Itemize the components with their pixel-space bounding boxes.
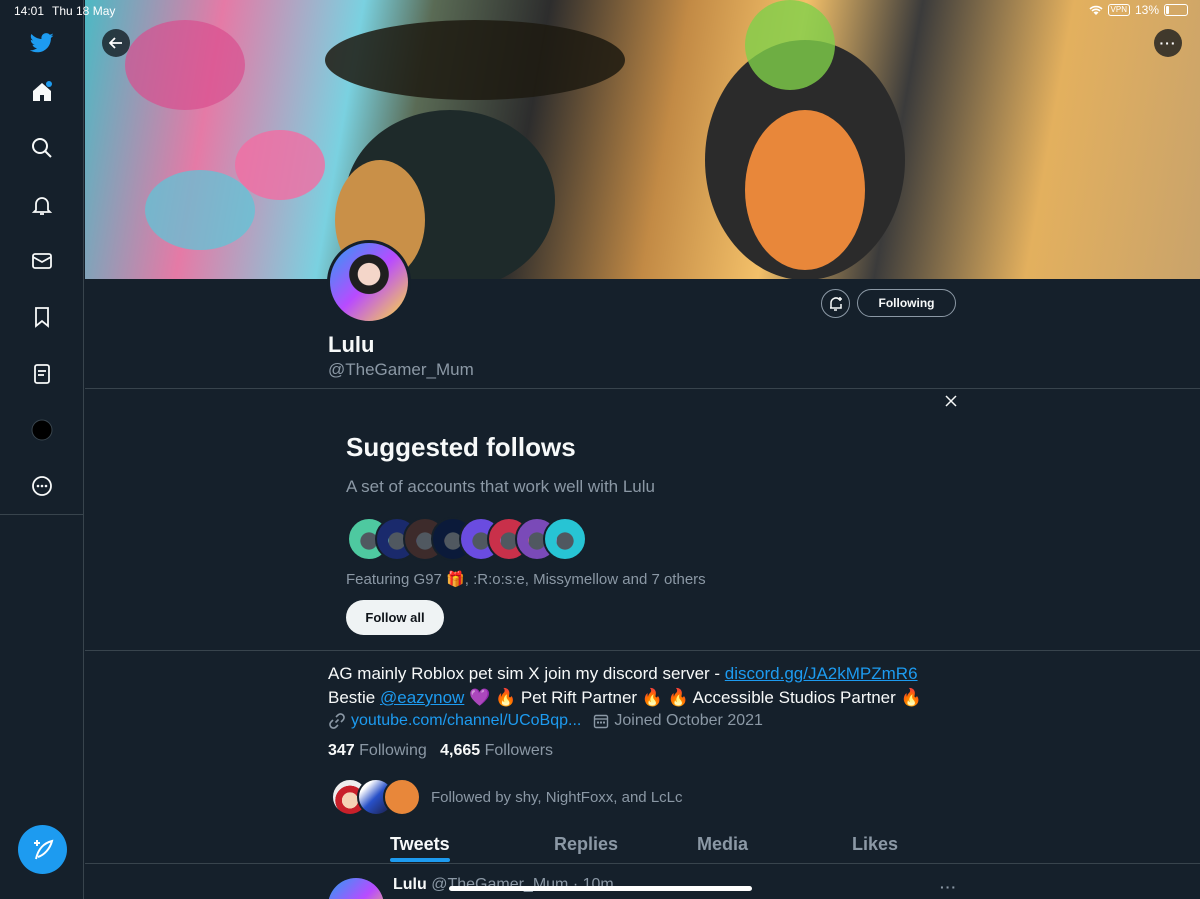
calendar-icon [594, 714, 609, 729]
profile-bio: AG mainly Roblox pet sim X join my disco… [328, 662, 1088, 710]
suggested-featuring: Featuring G97 🎁, :R:o:s:e, Missymellow a… [346, 571, 706, 588]
follow-counts: 347 Following 4,665 Followers [328, 742, 553, 760]
back-button[interactable] [102, 29, 130, 57]
followed-by-text: Followed by shy, NightFoxx, and LcLc [431, 788, 683, 806]
twitter-logo-icon[interactable] [22, 23, 62, 63]
followers-count-link[interactable]: 4,665 Followers [440, 742, 553, 759]
battery-percent: 13% [1134, 3, 1159, 17]
close-icon [945, 395, 957, 407]
mention-link[interactable]: @eazynow [380, 688, 464, 707]
home-icon[interactable] [22, 72, 62, 112]
following-count: 347 [328, 742, 355, 759]
bio-text: AG mainly Roblox pet sim X join my disco… [328, 664, 725, 683]
followed-by[interactable]: Followed by shy, NightFoxx, and LcLc [331, 778, 683, 816]
website-link[interactable]: youtube.com/channel/UCoBqp... [351, 712, 581, 730]
tab-tweets[interactable]: Tweets [390, 834, 450, 855]
following-count-link[interactable]: 347 Following [328, 742, 427, 759]
link-icon [329, 713, 345, 729]
status-bar: 14:01 Thu 18 May VPN 13% [0, 0, 1200, 22]
sidebar [0, 0, 84, 899]
profile-banner [85, 0, 1200, 279]
messages-envelope-icon[interactable] [22, 241, 62, 281]
sidebar-divider [0, 514, 84, 515]
bookmark-icon[interactable] [22, 297, 62, 337]
wifi-icon [1088, 5, 1103, 15]
profile-avatar[interactable] [327, 240, 411, 324]
follow-all-button[interactable]: Follow all [346, 600, 444, 635]
compose-tweet-icon [33, 839, 53, 859]
tweet-header: Lulu @TheGamer_Mum · 10m [393, 876, 614, 894]
suggested-follows-panel [85, 388, 1200, 651]
bio-text: Bestie [328, 688, 380, 707]
active-tab-indicator [390, 858, 450, 862]
followers-label: Followers [484, 742, 554, 759]
suggested-account-avatar[interactable] [543, 517, 587, 561]
search-icon[interactable] [22, 128, 62, 168]
profile-handle: @TheGamer_Mum [328, 360, 474, 379]
suggested-avatars[interactable] [347, 517, 587, 561]
suggested-follows-title: Suggested follows [346, 432, 576, 462]
status-date: Thu 18 May [52, 4, 116, 18]
notification-bell-button[interactable] [821, 289, 850, 318]
home-indicator[interactable] [449, 886, 752, 891]
notifications-bell-icon[interactable] [22, 185, 62, 225]
tweet-more-button[interactable]: ··· [940, 879, 957, 895]
tweet-author-name[interactable]: Lulu [393, 876, 427, 893]
battery-icon [1164, 4, 1188, 16]
bio-text: 💜 🔥 Pet Rift Partner 🔥 🔥 Accessible Stud… [464, 688, 922, 707]
arrow-left-icon [109, 37, 122, 49]
follower-avatar [383, 778, 421, 816]
profile-meta: youtube.com/channel/UCoBqp... Joined Oct… [328, 712, 763, 730]
lists-icon[interactable] [22, 354, 62, 394]
bell-plus-icon [829, 296, 842, 311]
discord-link[interactable]: discord.gg/JA2kMPZmR6 [725, 664, 918, 683]
profile-more-button[interactable]: ··· [1154, 29, 1182, 57]
more-circle-icon[interactable] [22, 466, 62, 506]
vpn-badge: VPN [1107, 4, 1130, 16]
following-button[interactable]: Following [857, 289, 956, 317]
following-label: Following [359, 742, 427, 759]
suggested-follows-subtitle: A set of accounts that work well with Lu… [346, 477, 655, 496]
tab-media[interactable]: Media [697, 834, 748, 855]
status-right: VPN 13% [1088, 3, 1188, 17]
profile-avatar-icon[interactable] [22, 410, 62, 450]
profile-tabs: Tweets Replies Media Likes [85, 826, 1200, 864]
followers-count: 4,665 [440, 742, 481, 759]
status-time: 14:01 [14, 4, 45, 18]
display-name: Lulu [328, 332, 375, 357]
compose-tweet-button[interactable] [18, 825, 67, 874]
tab-likes[interactable]: Likes [852, 834, 898, 855]
tab-replies[interactable]: Replies [554, 834, 618, 855]
close-suggestions-button[interactable] [943, 393, 959, 409]
tweet-author-avatar[interactable] [328, 878, 384, 899]
joined-date: Joined October 2021 [614, 712, 763, 729]
